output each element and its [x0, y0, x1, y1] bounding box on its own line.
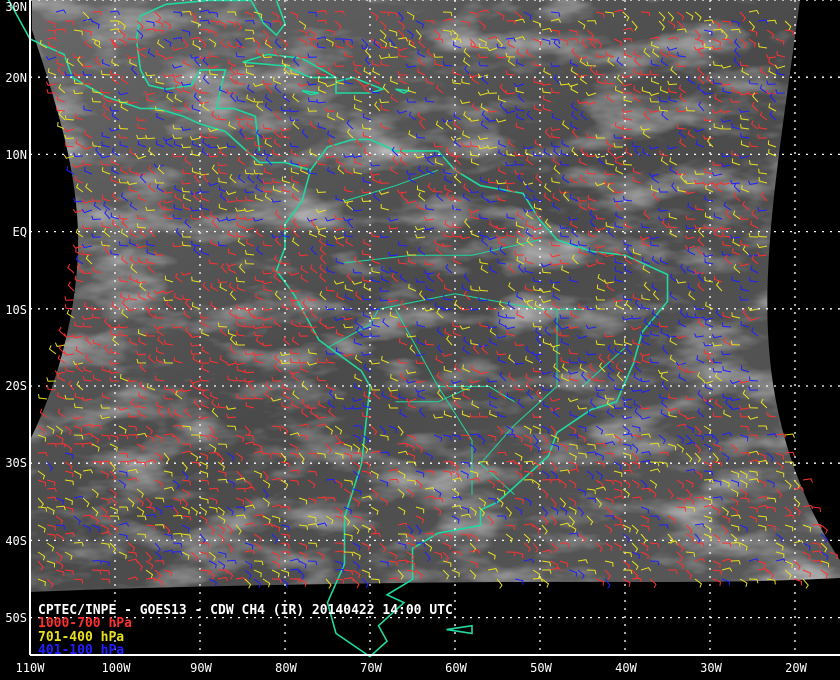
lat-label: 20S	[5, 379, 27, 393]
legend-high-level: 401-100 hPa	[38, 643, 125, 658]
lat-label: 10S	[5, 303, 27, 317]
lon-label: 90W	[190, 661, 212, 675]
wind-barb	[67, 281, 75, 292]
wind-barb	[54, 342, 66, 347]
wind-barb	[58, 326, 66, 337]
lat-label: 40S	[5, 534, 27, 548]
wind-barb	[46, 377, 57, 382]
wind-barb	[802, 578, 809, 589]
lon-label: 80W	[275, 661, 297, 675]
wind-barb	[67, 263, 75, 274]
map-canvas	[7, 0, 840, 658]
lon-label: 20W	[785, 661, 807, 675]
lon-label: 110W	[15, 661, 45, 675]
lat-label: 30N	[5, 0, 27, 14]
satellite-image	[30, 0, 840, 592]
wind-barb	[48, 345, 57, 355]
wind-barb	[38, 394, 48, 400]
lon-label: 40W	[615, 661, 637, 675]
legend-low-level: 1000-700 hPa	[38, 616, 132, 631]
lon-label: 50W	[530, 661, 552, 675]
lon-label: 100W	[101, 661, 131, 675]
lat-label: 30S	[5, 456, 27, 470]
lat-label: EQ	[12, 225, 27, 239]
coastline	[446, 624, 473, 635]
lon-label: 70W	[360, 661, 382, 675]
lat-label: 20N	[5, 71, 27, 85]
wind-barb	[802, 478, 813, 483]
lon-label: 60W	[445, 661, 467, 675]
wind-barb	[811, 506, 822, 512]
wind-barb	[784, 433, 795, 438]
lon-label: 30W	[700, 661, 722, 675]
lat-label: 50S	[5, 611, 27, 625]
satellite-wind-map: 30N 20N 10N EQ 10S 20S 30S 40S 50S 110W …	[0, 0, 840, 680]
wind-barb	[64, 296, 75, 301]
lat-label: 10N	[5, 148, 27, 162]
